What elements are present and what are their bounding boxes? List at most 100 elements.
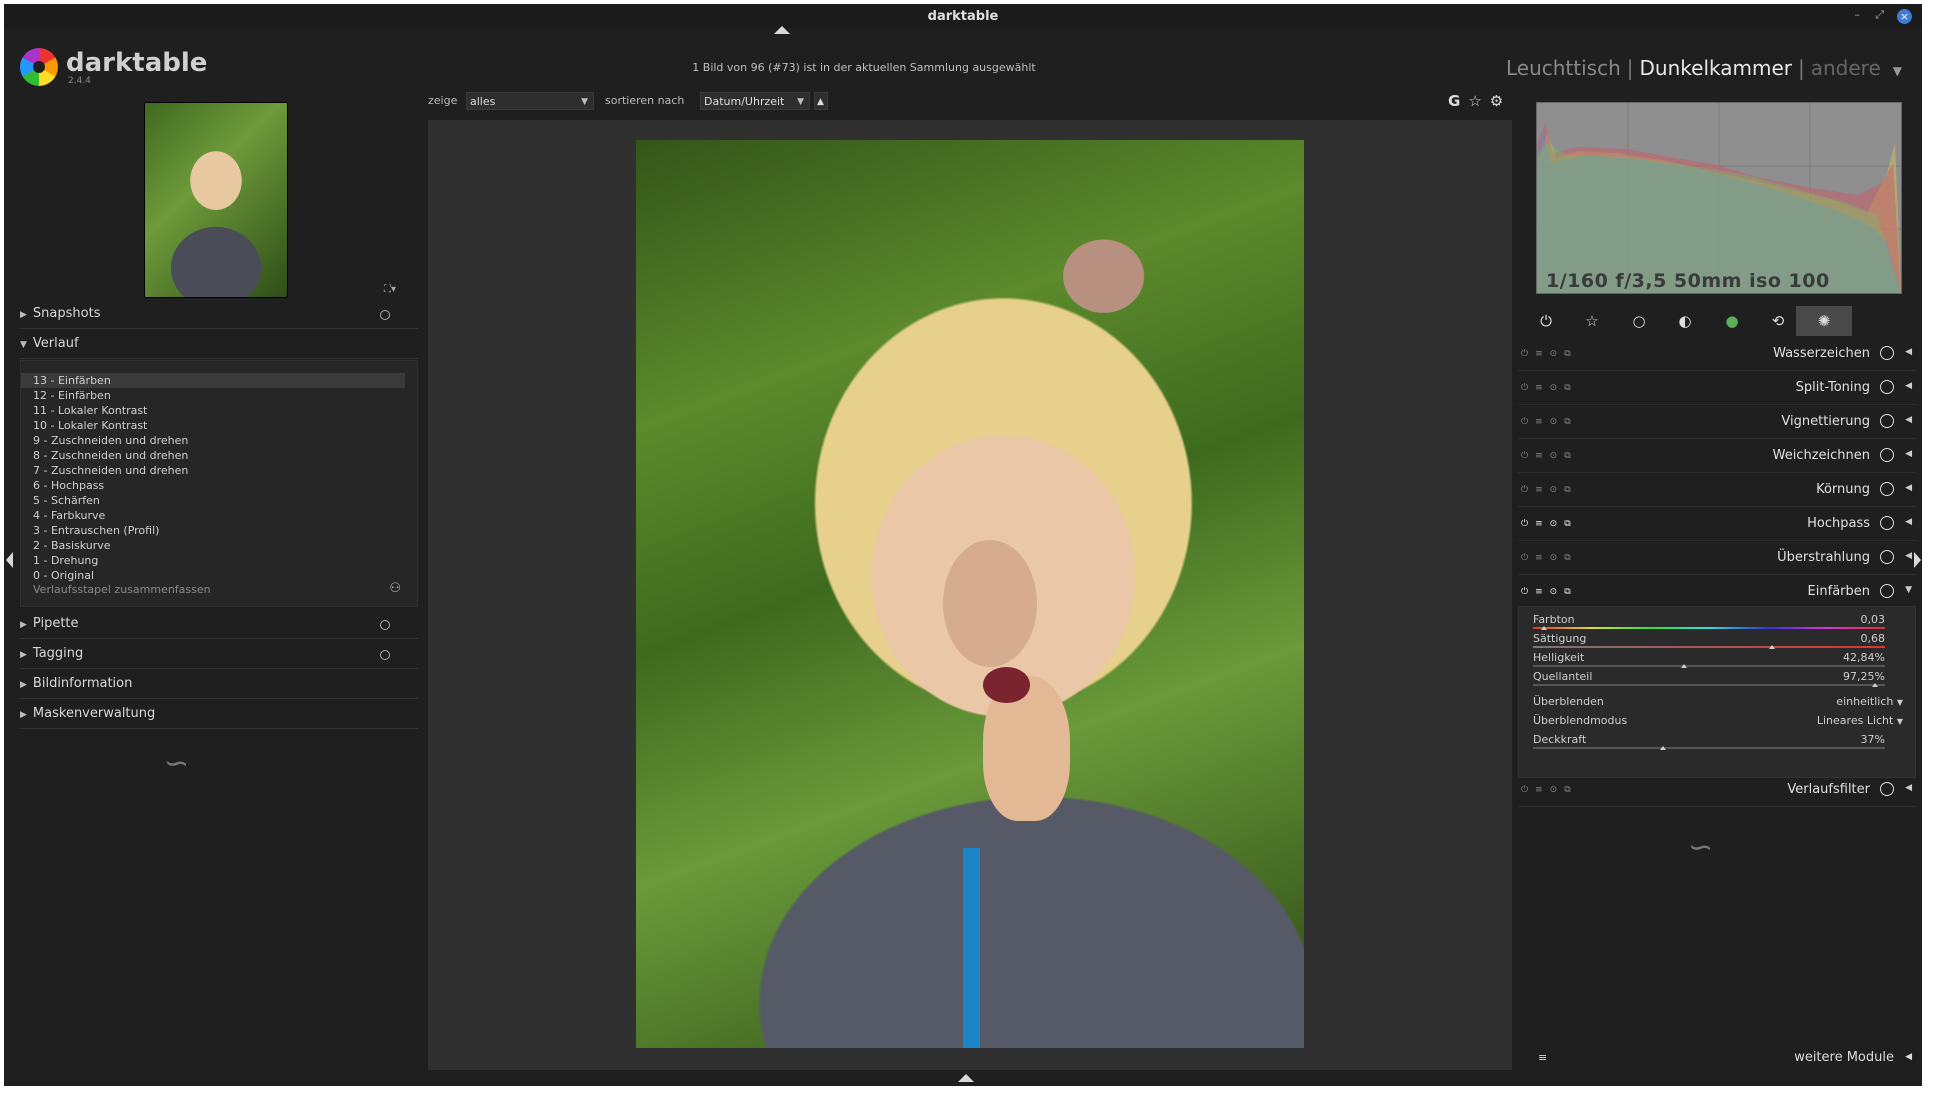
deckkraft-slider[interactable]: Deckkraft 37%	[1533, 733, 1885, 752]
expand-icon[interactable]: ◀	[1905, 551, 1912, 561]
module-controls[interactable]: ⏻≡⊙⧉	[1521, 417, 1578, 427]
reset-icon[interactable]	[380, 650, 390, 660]
half-circle-icon[interactable]: ◐	[1675, 312, 1695, 332]
history-item[interactable]: 3 - Entrauschen (Profil)	[21, 523, 417, 538]
show-select-value: alles	[470, 95, 496, 108]
module-controls[interactable]: ⏻≡⊙⧉	[1521, 587, 1578, 597]
module-name: Weichzeichnen	[1772, 448, 1870, 463]
minimize-icon[interactable]: –	[1855, 8, 1861, 21]
star-icon[interactable]: ☆	[1468, 92, 1481, 110]
history-item[interactable]: 2 - Basiskurve	[21, 538, 417, 553]
compress-history-button[interactable]: Verlaufsstapel zusammenfassen	[33, 583, 211, 596]
helligkeit-slider[interactable]: Helligkeit 42,84%	[1533, 651, 1885, 670]
sort-select[interactable]: Datum/Uhrzeit ▼	[700, 92, 810, 110]
sort-direction-button[interactable]: ▲	[814, 92, 828, 110]
left-panel-toggle-icon[interactable]	[6, 552, 13, 568]
histogram[interactable]	[1536, 102, 1902, 294]
compress-history-icon[interactable]: ⚇	[389, 581, 401, 596]
panel-end-ornament: ∽	[164, 746, 190, 781]
history-item[interactable]: 8 - Zuschneiden und drehen	[21, 448, 417, 463]
module-name: Split-Toning	[1795, 380, 1870, 395]
quellanteil-slider[interactable]: Quellanteil 97,25%	[1533, 670, 1885, 689]
effect-icon[interactable]: ✺	[1796, 306, 1852, 336]
module-vignettierung[interactable]: ⏻≡⊙⧉ Vignettierung ◀	[1518, 406, 1916, 439]
module-controls[interactable]: ⏻≡⊙⧉	[1521, 451, 1578, 461]
module-controls[interactable]: ⏻≡⊙⧉	[1521, 519, 1578, 529]
blendmode-select[interactable]: Überblendmodus Lineares Licht ▼	[1533, 714, 1903, 732]
module-weichzeichnen[interactable]: ⏻≡⊙⧉ Weichzeichnen ◀	[1518, 440, 1916, 473]
close-icon[interactable]: ×	[1897, 9, 1912, 24]
reset-icon[interactable]	[380, 620, 390, 630]
snapshots-section[interactable]: ▶ Snapshots	[20, 306, 418, 329]
view-darkroom[interactable]: Dunkelkammer	[1640, 56, 1792, 80]
app-name: darktable	[66, 48, 208, 78]
expand-icon[interactable]: ◀	[1905, 347, 1912, 357]
module-körnung[interactable]: ⏻≡⊙⧉ Körnung ◀	[1518, 474, 1916, 507]
expand-icon[interactable]: ◀	[1905, 449, 1912, 459]
top-panel-toggle-icon[interactable]	[774, 26, 790, 34]
star-icon[interactable]: ☆	[1582, 312, 1602, 332]
zoom-fit-icon[interactable]: ⛶▾	[384, 284, 396, 295]
navigation-thumbnail[interactable]	[144, 102, 288, 298]
expand-icon[interactable]: ◀	[1905, 483, 1912, 493]
grouping-button[interactable]: G	[1448, 92, 1460, 110]
history-item[interactable]: 1 - Drehung	[21, 553, 417, 568]
module-controls[interactable]: ⏻≡⊙⧉	[1521, 785, 1578, 795]
saettigung-slider[interactable]: Sättigung 0,68	[1533, 632, 1885, 651]
module-controls[interactable]: ⏻≡⊙⧉	[1521, 349, 1578, 359]
saettigung-track	[1533, 646, 1885, 648]
expand-icon[interactable]: ◀	[1905, 783, 1912, 793]
history-item[interactable]: 11 - Lokaler Kontrast	[21, 403, 417, 418]
rotate-icon[interactable]: ⟲	[1768, 312, 1788, 332]
blend-select[interactable]: Überblenden einheitlich ▼	[1533, 695, 1903, 713]
history-item[interactable]: 7 - Zuschneiden und drehen	[21, 463, 417, 478]
farbton-slider[interactable]: Farbton 0,03	[1533, 613, 1885, 632]
history-item[interactable]: 12 - Einfärben	[21, 388, 417, 403]
history-item[interactable]: 9 - Zuschneiden und drehen	[21, 433, 417, 448]
reset-icon[interactable]	[380, 310, 390, 320]
collapse-icon: ▼	[20, 340, 27, 350]
module-icon	[1880, 550, 1894, 564]
expand-icon[interactable]: ◀	[1905, 381, 1912, 391]
app-version: 2.4.4	[68, 76, 91, 86]
view-other[interactable]: andere	[1811, 56, 1881, 80]
expand-icon[interactable]: ◀	[1905, 415, 1912, 425]
window-title: darktable	[927, 9, 999, 24]
history-item[interactable]: 10 - Lokaler Kontrast	[21, 418, 417, 433]
expand-icon[interactable]: ◀	[1905, 517, 1912, 527]
chevron-down-icon[interactable]: ▼	[1893, 64, 1902, 78]
power-icon[interactable]: ⏻	[1536, 312, 1556, 332]
tagging-section[interactable]: ▶ Tagging	[20, 646, 418, 669]
module-controls[interactable]: ⏻≡⊙⧉	[1521, 553, 1578, 563]
module-hochpass[interactable]: ⏻≡⊙⧉ Hochpass ◀	[1518, 508, 1916, 541]
module-überstrahlung[interactable]: ⏻≡⊙⧉ Überstrahlung ◀	[1518, 542, 1916, 575]
history-item[interactable]: 13 - Einfärben	[21, 373, 405, 388]
history-section[interactable]: ▼ Verlauf	[20, 336, 418, 359]
circle-icon[interactable]: ○	[1629, 312, 1649, 332]
module-split-toning[interactable]: ⏻≡⊙⧉ Split-Toning ◀	[1518, 372, 1916, 405]
history-item[interactable]: 5 - Schärfen	[21, 493, 417, 508]
collapse-icon[interactable]: ▼	[1905, 585, 1912, 595]
module-verlaufsfilter[interactable]: ⏻≡⊙⧉ Verlaufsfilter ◀	[1518, 774, 1916, 807]
pipette-section[interactable]: ▶ Pipette	[20, 616, 418, 639]
bottom-panel-toggle-icon[interactable]	[958, 1074, 974, 1082]
color-circle-icon[interactable]: ●	[1722, 312, 1742, 332]
show-select[interactable]: alles ▼	[466, 92, 594, 110]
module-controls[interactable]: ⏻≡⊙⧉	[1521, 383, 1578, 393]
module-controls[interactable]: ⏻≡⊙⧉	[1521, 485, 1578, 495]
module-einfärben[interactable]: ⏻≡⊙⧉ Einfärben ▼	[1518, 576, 1916, 609]
gear-icon[interactable]: ⚙	[1490, 92, 1503, 110]
view-lighttable[interactable]: Leuchttisch	[1506, 56, 1621, 80]
center-view[interactable]	[428, 120, 1512, 1070]
image-info-section[interactable]: ▶ Bildinformation	[20, 676, 418, 699]
status-message: 1 Bild von 96 (#73) ist in der aktuellen…	[692, 61, 1036, 74]
history-item[interactable]: 4 - Farbkurve	[21, 508, 417, 523]
more-modules-button[interactable]: ≡ weitere Module ◀	[1518, 1050, 1916, 1070]
maximize-icon[interactable]: ⤢	[1875, 8, 1884, 22]
module-name: Körnung	[1816, 482, 1870, 497]
masks-section[interactable]: ▶ Maskenverwaltung	[20, 706, 418, 729]
history-item[interactable]: 0 - Original	[21, 568, 417, 583]
main-image[interactable]	[636, 140, 1304, 1048]
history-item[interactable]: 6 - Hochpass	[21, 478, 417, 493]
module-wasserzeichen[interactable]: ⏻≡⊙⧉ Wasserzeichen ◀	[1518, 338, 1916, 371]
